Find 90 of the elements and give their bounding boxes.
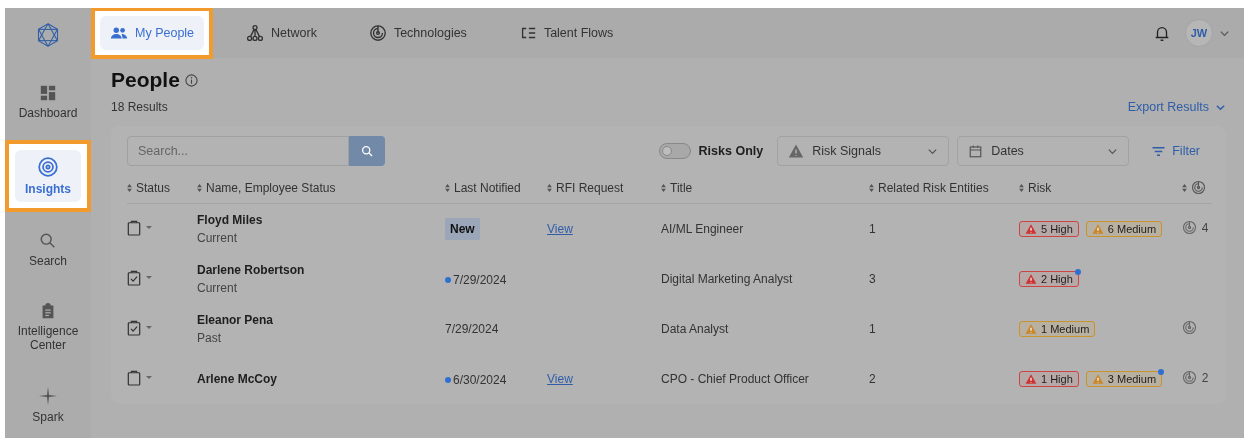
clipboard-status-icon[interactable] [127, 319, 141, 336]
sort-icon [661, 183, 666, 192]
nav-tab[interactable]: Technologies [358, 16, 477, 50]
warning-icon [788, 143, 805, 159]
risk-signals-dropdown[interactable]: Risk Signals [777, 136, 950, 166]
warning-icon [1025, 223, 1037, 235]
risk-badge[interactable]: 1 High [1019, 371, 1079, 387]
target-icon [37, 156, 59, 178]
nav-tab[interactable]: Network [236, 16, 327, 50]
risk-badge[interactable]: 5 High [1019, 221, 1079, 237]
column-header[interactable]: RFI Request [547, 180, 624, 195]
employee-status: Current [197, 231, 238, 245]
view-link[interactable]: View [547, 222, 573, 236]
column-header[interactable] [1181, 180, 1206, 195]
related-count: 3 [869, 272, 876, 286]
risk-badge[interactable]: 1 Medium [1019, 321, 1096, 337]
warning-icon [1025, 273, 1037, 285]
sidebar-item[interactable]: Insights [15, 150, 81, 202]
search-icon [360, 144, 374, 158]
risk-badge[interactable]: 2 High [1019, 271, 1079, 287]
employee-status: Current [197, 281, 238, 295]
warning-icon [1091, 373, 1104, 385]
page-title: People [111, 68, 180, 92]
warning-icon [1025, 323, 1037, 335]
job-title: CPO - Chief Product Officer [661, 372, 809, 386]
job-title: AI/ML Engineer [661, 222, 744, 236]
network-icon [246, 24, 265, 42]
sort-icon [197, 183, 202, 192]
risk-badge[interactable]: 3 Medium [1085, 371, 1163, 387]
nav-tab[interactable]: My People [100, 16, 205, 50]
job-title: Digital Marketing Analyst [661, 272, 793, 286]
sidebar-item[interactable]: Dashboard [14, 78, 82, 126]
warning-icon [1091, 223, 1104, 235]
notified-date: 7/29/2024 [453, 272, 507, 287]
caret-icon[interactable] [146, 325, 152, 330]
clipboard-status-icon[interactable] [127, 219, 141, 236]
related-count: 1 [869, 322, 876, 336]
caret-icon[interactable] [146, 275, 152, 280]
employee-name[interactable]: Arlene McCoy [197, 372, 445, 386]
employee-name[interactable]: Eleanor Pena [197, 313, 445, 327]
user-avatar[interactable]: JW [1185, 19, 1213, 47]
sort-icon [1181, 183, 1187, 192]
notified-date: 6/30/2024 [453, 372, 507, 387]
radar-icon [1181, 370, 1197, 385]
search-icon [39, 232, 57, 250]
dates-dropdown[interactable]: Dates [957, 136, 1130, 166]
radar-icon [1190, 180, 1206, 195]
sort-icon [1019, 183, 1024, 192]
related-count: 2 [869, 372, 876, 386]
sidebar-item[interactable]: Intelligence Center [13, 296, 83, 358]
sort-icon [445, 183, 450, 192]
clipboard-status-icon[interactable] [127, 269, 141, 286]
employee-name[interactable]: Darlene Robertson [197, 263, 445, 277]
caret-icon[interactable] [146, 225, 152, 230]
technology-count: 2 [1201, 370, 1209, 385]
sort-icon [869, 183, 874, 192]
sort-icon [127, 183, 132, 192]
column-header[interactable]: Related Risk Entities [869, 180, 989, 195]
related-count: 1 [869, 222, 876, 236]
technology-count: 4 [1201, 220, 1209, 235]
view-link[interactable]: View [547, 372, 573, 386]
calendar-icon [968, 143, 984, 159]
caret-icon[interactable] [146, 375, 152, 380]
employee-status: Past [197, 331, 222, 345]
warning-icon [1025, 373, 1037, 385]
column-header[interactable]: Status [127, 180, 171, 195]
risks-only-toggle[interactable] [658, 143, 691, 159]
dashboard-icon [39, 84, 57, 102]
notified-date: 7/29/2024 [445, 322, 499, 336]
sidebar-item[interactable]: Spark [21, 380, 75, 430]
new-tag: New [445, 218, 480, 240]
column-header[interactable]: Risk [1019, 180, 1052, 195]
sidebar-item[interactable]: Search [21, 226, 75, 274]
risk-badge[interactable]: 6 Medium [1085, 221, 1163, 237]
sort-icon [547, 183, 552, 192]
nav-tab[interactable]: Talent Flows [508, 16, 624, 50]
clipboard-status-icon[interactable] [127, 369, 141, 386]
search-button[interactable] [349, 136, 385, 166]
employee-name[interactable]: Floyd Miles [197, 213, 445, 227]
info-icon[interactable] [184, 73, 198, 87]
radar-icon [1181, 320, 1197, 335]
column-header[interactable]: Title [661, 180, 693, 195]
results-count: 18 Results [111, 100, 169, 114]
toggle-label: Risks Only [698, 144, 764, 158]
radar-icon [1181, 220, 1197, 235]
column-header[interactable]: Name, Employee Status [197, 180, 336, 195]
radar-icon [368, 24, 387, 42]
job-title: Data Analyst [661, 322, 729, 336]
column-header[interactable]: Last Notified [445, 180, 521, 195]
search-field[interactable]: Search... [127, 136, 349, 166]
